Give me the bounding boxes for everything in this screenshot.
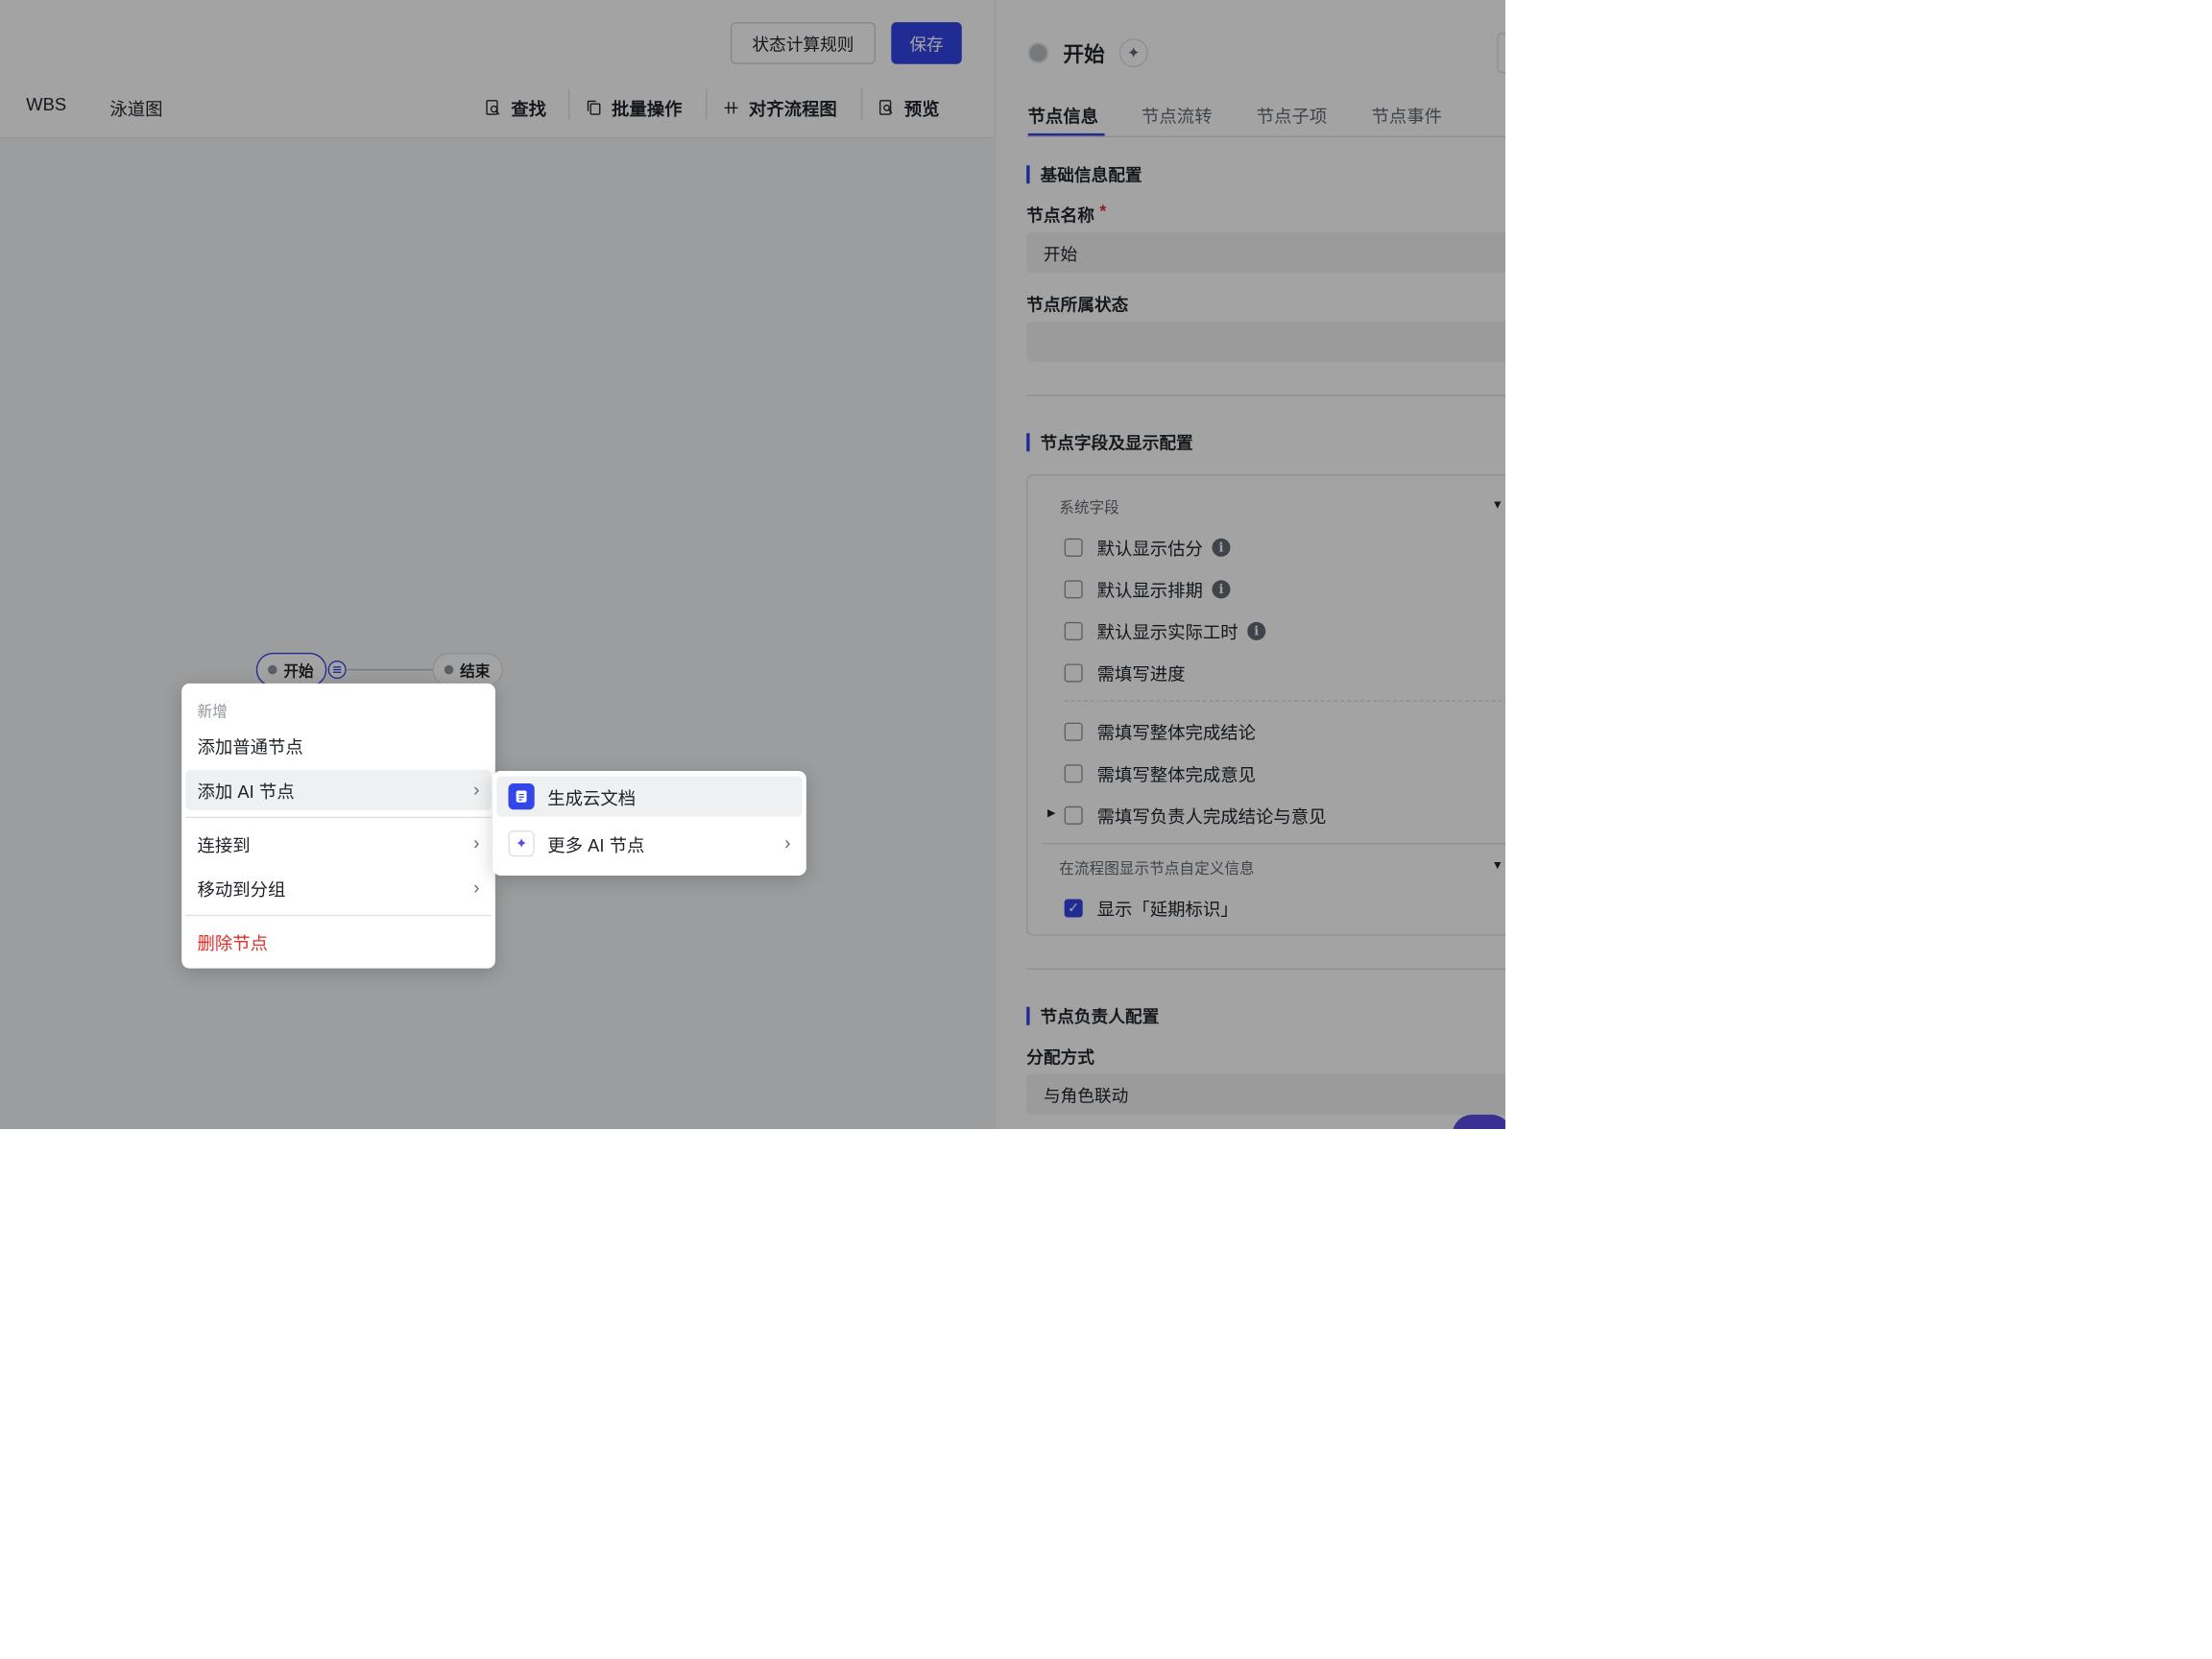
doc-icon [508,782,535,810]
menu-item-move-to-group[interactable]: 移动到分组 › [185,868,492,908]
menu-item-more-ai[interactable]: ✦ 更多 AI 节点 › [496,824,803,864]
chevron-right-icon: › [784,832,791,854]
chevron-right-icon: › [473,779,480,801]
chevron-right-icon: › [473,877,480,899]
menu-divider [185,816,492,819]
ai-node-submenu: 生成云文档 ✦ 更多 AI 节点 › [493,771,806,876]
chevron-right-icon: › [473,832,480,854]
menu-item-delete-node[interactable]: 删除节点 [185,922,492,962]
menu-item-connect-to[interactable]: 连接到 › [185,824,492,864]
menu-divider [185,914,492,917]
node-context-menu: 新增 添加普通节点 添加 AI 节点 › 连接到 › 移动到分组 › 删除节点 [181,683,495,969]
menu-item-generate-doc[interactable]: 生成云文档 [496,776,803,817]
ai-sparkle-icon: ✦ [508,830,535,857]
menu-group-label: 新增 [197,703,228,720]
menu-item-add-normal[interactable]: 添加普通节点 [185,725,492,765]
menu-item-add-ai[interactable]: 添加 AI 节点 › [185,769,492,810]
